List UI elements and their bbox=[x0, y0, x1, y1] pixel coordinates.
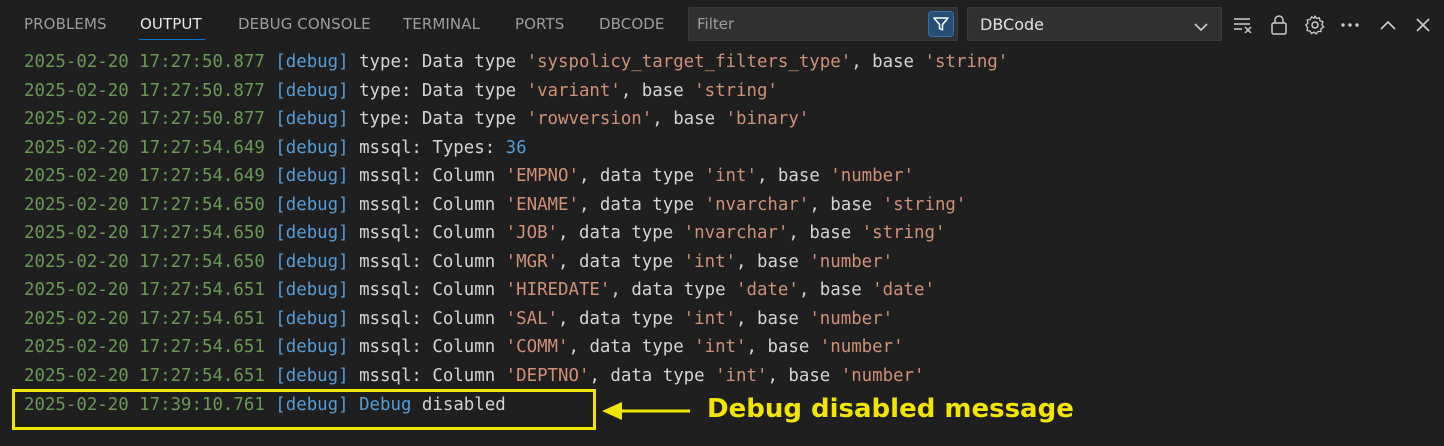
log-line: 2025-02-20 17:27:54.651 [debug] mssql: C… bbox=[24, 308, 894, 329]
log-timestamp: 2025-02-20 17:27:50.877 bbox=[24, 109, 265, 129]
output-log[interactable]: 2025-02-20 17:27:50.877 [debug] type: Da… bbox=[0, 50, 1444, 446]
log-timestamp: 2025-02-20 17:27:54.651 bbox=[24, 365, 265, 386]
log-timestamp: 2025-02-20 17:27:50.877 bbox=[24, 80, 265, 101]
log-line: 2025-02-20 17:27:50.877 [debug] type: Da… bbox=[24, 52, 1009, 72]
tab-output[interactable]: OUTPUT bbox=[140, 15, 202, 33]
log-level: [debug] bbox=[275, 251, 349, 272]
log-level: [debug] bbox=[275, 109, 349, 129]
lock-icon[interactable] bbox=[1267, 13, 1291, 37]
annotation-highlight-box bbox=[12, 389, 596, 430]
tab-terminal[interactable]: TERMINAL bbox=[403, 15, 480, 33]
log-level: [debug] bbox=[275, 80, 349, 101]
filter-input[interactable] bbox=[697, 14, 917, 34]
log-level: [debug] bbox=[275, 137, 349, 158]
log-line: 2025-02-20 17:27:54.649 [debug] mssql: C… bbox=[24, 166, 915, 186]
tab-dbcode[interactable]: DBCODE bbox=[599, 15, 665, 33]
log-timestamp: 2025-02-20 17:27:54.650 bbox=[24, 251, 265, 272]
log-timestamp: 2025-02-20 17:27:54.649 bbox=[24, 166, 265, 186]
settings-gear-icon[interactable] bbox=[1303, 13, 1327, 37]
tab-ports[interactable]: PORTS bbox=[515, 15, 564, 33]
annotation-label: Debug disabled message bbox=[707, 394, 1074, 424]
output-channel-value: DBCode bbox=[980, 15, 1044, 34]
clear-output-icon[interactable] bbox=[1231, 13, 1255, 37]
log-timestamp: 2025-02-20 17:27:54.649 bbox=[24, 137, 265, 158]
log-line: 2025-02-20 17:27:54.650 [debug] mssql: C… bbox=[24, 194, 967, 215]
close-panel-icon[interactable] bbox=[1411, 13, 1435, 37]
log-timestamp: 2025-02-20 17:27:54.651 bbox=[24, 337, 265, 357]
log-level: [debug] bbox=[275, 280, 349, 300]
tab-debug-console[interactable]: DEBUG CONSOLE bbox=[238, 15, 371, 33]
panel-header: PROBLEMS OUTPUT DEBUG CONSOLE TERMINAL P… bbox=[0, 0, 1444, 50]
log-level: [debug] bbox=[275, 166, 349, 186]
log-line: 2025-02-20 17:27:54.650 [debug] mssql: C… bbox=[24, 223, 946, 243]
log-line: 2025-02-20 17:27:50.877 [debug] type: Da… bbox=[24, 109, 810, 129]
maximize-panel-icon[interactable] bbox=[1376, 13, 1400, 37]
log-timestamp: 2025-02-20 17:27:54.650 bbox=[24, 194, 265, 215]
filter-icon[interactable] bbox=[928, 11, 954, 37]
active-tab-indicator bbox=[139, 39, 205, 40]
tab-problems[interactable]: PROBLEMS bbox=[24, 15, 107, 33]
log-line: 2025-02-20 17:27:54.651 [debug] mssql: C… bbox=[24, 280, 935, 300]
output-channel-select[interactable]: DBCode bbox=[967, 7, 1222, 41]
annotation-arrow-icon bbox=[602, 402, 690, 420]
log-timestamp: 2025-02-20 17:27:54.651 bbox=[24, 308, 265, 329]
log-line: 2025-02-20 17:27:50.877 [debug] type: Da… bbox=[24, 80, 778, 101]
log-level: [debug] bbox=[275, 223, 349, 243]
log-timestamp: 2025-02-20 17:27:54.650 bbox=[24, 223, 265, 243]
filter-box bbox=[688, 7, 958, 41]
log-line: 2025-02-20 17:27:54.650 [debug] mssql: C… bbox=[24, 251, 894, 272]
log-line: 2025-02-20 17:27:54.651 [debug] mssql: C… bbox=[24, 337, 904, 357]
chevron-down-icon bbox=[1193, 18, 1209, 37]
more-actions-icon[interactable] bbox=[1338, 13, 1362, 37]
log-level: [debug] bbox=[275, 52, 349, 72]
log-level: [debug] bbox=[275, 194, 349, 215]
log-timestamp: 2025-02-20 17:27:50.877 bbox=[24, 52, 265, 72]
log-line: 2025-02-20 17:27:54.649 [debug] mssql: T… bbox=[24, 137, 527, 158]
log-line: 2025-02-20 17:27:54.651 [debug] mssql: C… bbox=[24, 365, 925, 386]
log-timestamp: 2025-02-20 17:27:54.651 bbox=[24, 280, 265, 300]
log-level: [debug] bbox=[275, 337, 349, 357]
log-level: [debug] bbox=[275, 365, 349, 386]
log-level: [debug] bbox=[275, 308, 349, 329]
